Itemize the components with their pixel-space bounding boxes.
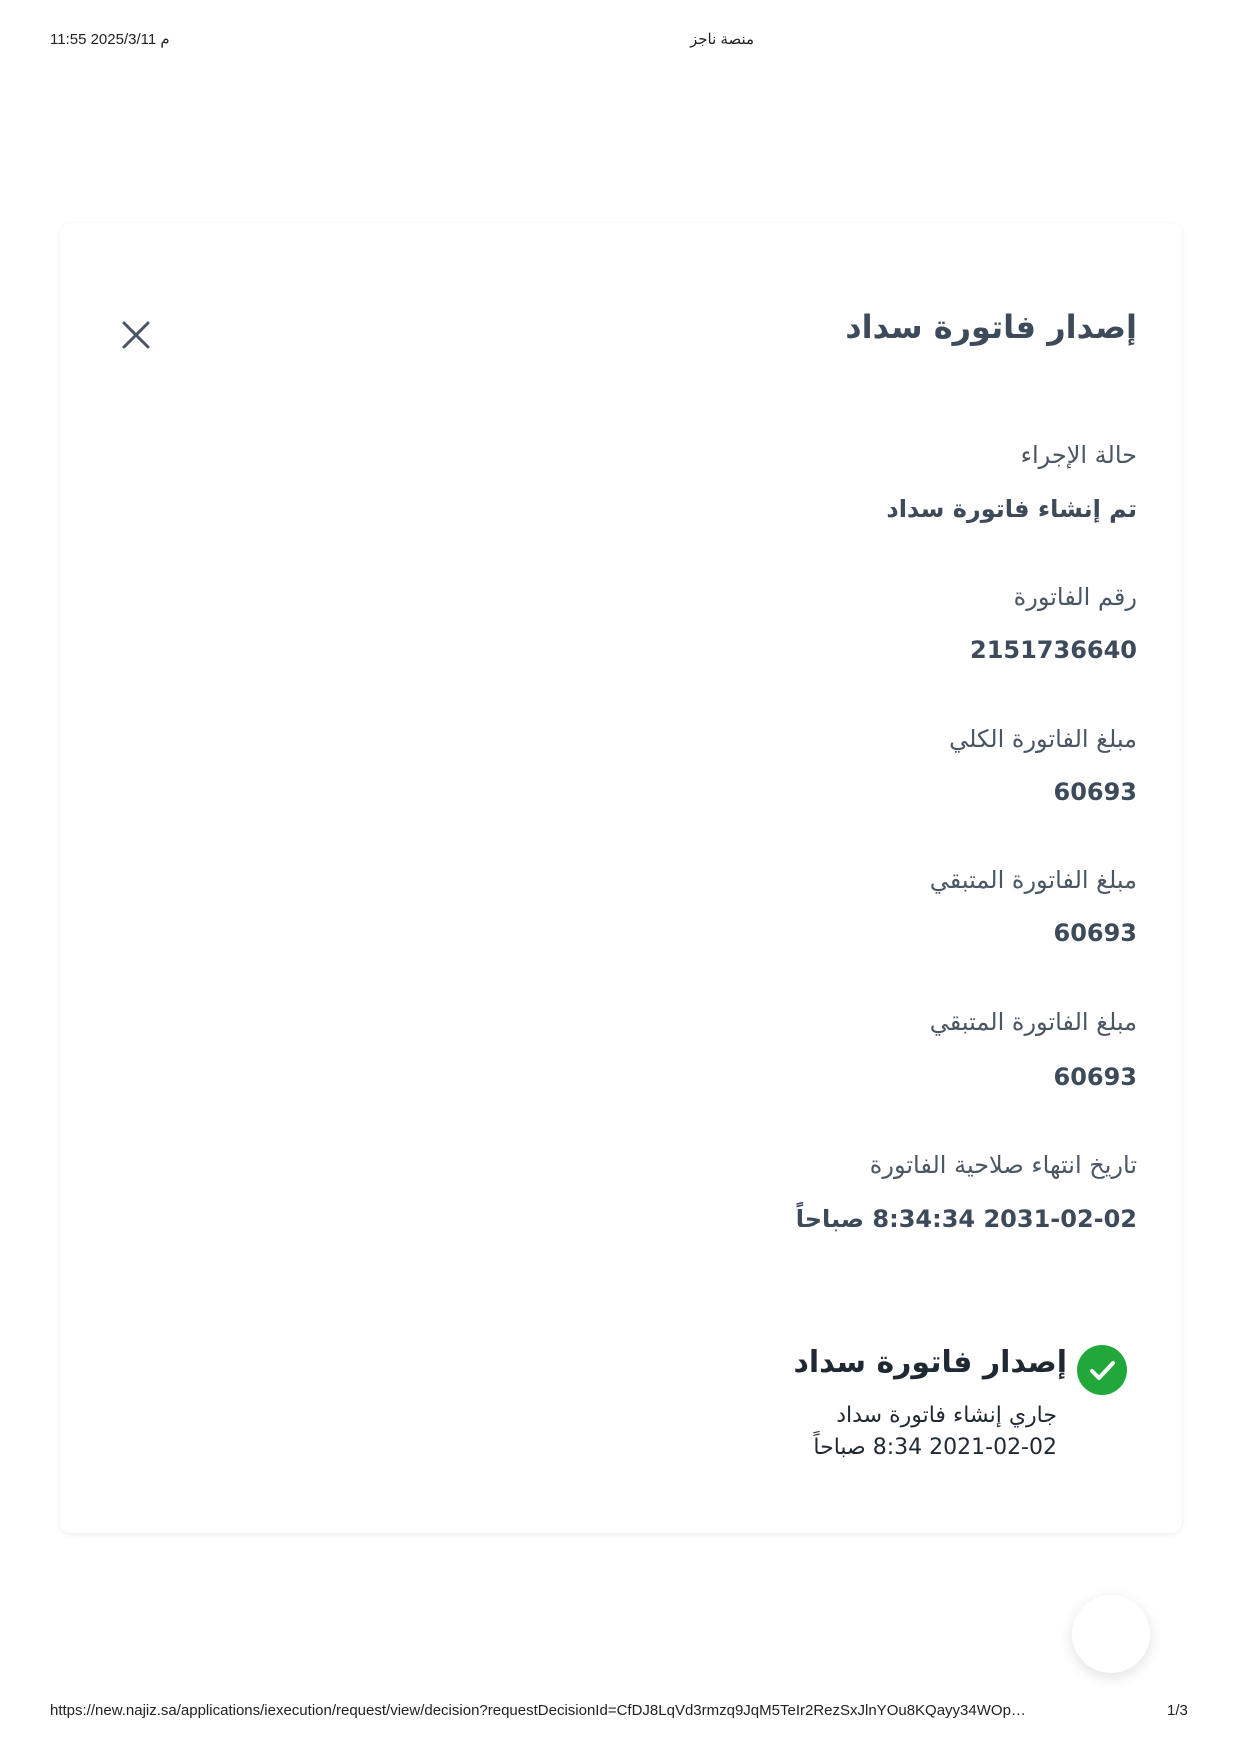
- field-label-status: حالة الإجراء: [1020, 441, 1137, 469]
- timeline-title: إصدار فاتورة سداد: [793, 1345, 1067, 1380]
- print-footer: https://new.najiz.sa/applications/iexecu…: [0, 1702, 1241, 1726]
- field-label-remaining-amount: مبلغ الفاتورة المتبقي: [929, 866, 1137, 894]
- check-circle-icon: [1077, 1345, 1127, 1395]
- close-icon: [122, 321, 150, 349]
- field-label-expiry-date: تاريخ انتهاء صلاحية الفاتورة: [869, 1151, 1137, 1179]
- field-value-remaining-amount: 60693: [1053, 919, 1138, 947]
- print-header: 11:55 2025/3/11 م منصة ناجز: [0, 30, 1241, 54]
- chat-fab-button[interactable]: [1072, 1595, 1150, 1673]
- print-url: https://new.najiz.sa/applications/iexecu…: [50, 1702, 1026, 1719]
- print-datetime: 11:55 2025/3/11 م: [50, 31, 170, 48]
- field-label-invoice-number: رقم الفاتورة: [1013, 583, 1137, 611]
- field-value-total-amount: 60693: [1053, 778, 1138, 806]
- timeline-timestamp: 2021-02-02 8:34 صباحاً: [813, 1435, 1057, 1460]
- dialog-title: إصدار فاتورة سداد: [845, 308, 1137, 346]
- print-site-title: منصة ناجز: [690, 31, 755, 48]
- field-value-remaining-amount-2: 60693: [1053, 1063, 1138, 1091]
- field-label-remaining-amount-2: مبلغ الفاتورة المتبقي: [929, 1008, 1137, 1036]
- print-page-number: 1/3: [1167, 1702, 1188, 1719]
- field-value-status: تم إنشاء فاتورة سداد: [886, 495, 1137, 523]
- invoice-dialog: إصدار فاتورة سداد حالة الإجراء تم إنشاء …: [60, 223, 1182, 1533]
- field-value-expiry-date: 2031-02-02 8:34:34 صباحاً: [795, 1205, 1137, 1233]
- close-button[interactable]: [116, 315, 156, 355]
- field-value-invoice-number: 2151736640: [970, 636, 1137, 664]
- timeline-status: جاري إنشاء فاتورة سداد: [836, 1403, 1057, 1428]
- field-label-total-amount: مبلغ الفاتورة الكلي: [949, 725, 1137, 753]
